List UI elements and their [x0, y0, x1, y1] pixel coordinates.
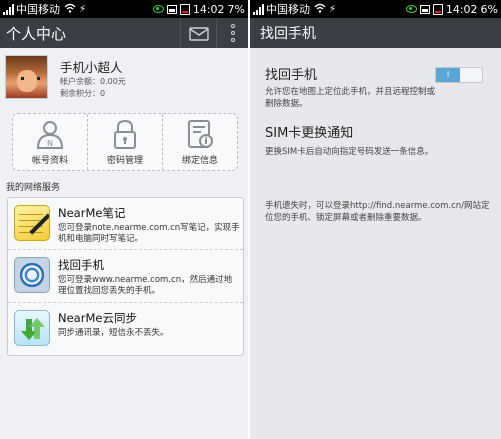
find-phone-setting-title: 找回手机	[265, 68, 318, 83]
account-id-icon: N	[36, 121, 64, 149]
mail-icon	[188, 27, 209, 41]
bind-info-icon	[188, 120, 213, 148]
signal-icon	[253, 3, 264, 15]
note-icon	[14, 205, 50, 241]
service-desc: 您可登录www.nearme.com.cn，然后通过地理位置找回您丢失的手机。	[58, 275, 233, 296]
page-title: 个人中心	[6, 24, 67, 43]
clock: 14:02	[445, 2, 478, 16]
battery-percent: 6%	[480, 2, 498, 16]
app-header: 找回手机	[250, 18, 501, 48]
password-manage-label: 密码管理	[106, 156, 143, 166]
eye-icon	[405, 5, 417, 13]
account-balance: 帐户余额：0.00元	[60, 77, 126, 86]
username: 手机小超人	[60, 60, 123, 75]
sync-icon	[14, 310, 50, 346]
mail-button[interactable]	[180, 18, 216, 48]
service-item-find-phone[interactable]: 找回手机 您可登录www.nearme.com.cn，然后通过地理位置找回您丢失…	[8, 250, 243, 303]
service-desc: 同步通讯录，短信永不丢失。	[58, 328, 169, 338]
battery-icon	[179, 3, 190, 15]
profile-card[interactable]: 手机小超人 帐户余额：0.00元 剩余积分：0	[5, 55, 245, 105]
services-list: NearMe笔记 您可登录note.nearme.com.cn写笔记，实现手机和…	[7, 197, 244, 356]
signal-icon	[3, 3, 14, 15]
status-bar: 中国移动 ⚡ 14:02 6%	[250, 0, 501, 18]
image-icon	[166, 4, 177, 14]
avatar[interactable]	[5, 55, 48, 99]
service-title: 找回手机	[58, 258, 104, 272]
eye-icon	[152, 5, 164, 13]
status-bar: 中国移动 ⚡ 14:02 7%	[0, 0, 248, 18]
service-title: NearMe云同步	[58, 311, 137, 325]
service-item-cloud-sync[interactable]: NearMe云同步 同步通讯录，短信永不丢失。	[8, 303, 243, 357]
page-title: 找回手机	[260, 26, 316, 42]
wifi-icon	[64, 3, 76, 16]
radar-icon	[14, 257, 50, 293]
account-actions-grid: N 帐号资料 密码管理 绑定信息	[12, 113, 238, 171]
lock-icon	[114, 119, 136, 149]
clock: 14:02	[192, 2, 225, 16]
service-title: NearMe笔记	[58, 206, 126, 220]
find-phone-screen: 中国移动 ⚡ 14:02 6% 找回手机 找回手机 允许您在地图上定位此手机，并…	[250, 0, 501, 439]
sim-change-notice-title[interactable]: SIM卡更换通知	[265, 122, 353, 141]
app-header: 个人中心	[0, 18, 248, 48]
find-phone-setting-desc: 允许您在地图上定位此手机，并且远程控制或删除数据。	[265, 87, 436, 109]
service-desc: 您可登录note.nearme.com.cn写笔记，实现手机和电脑同时写笔记。	[58, 223, 240, 244]
image-icon	[419, 4, 430, 14]
battery-icon	[432, 3, 443, 15]
wifi-icon	[314, 3, 326, 16]
bind-info-label: 绑定信息	[181, 156, 218, 166]
carrier-label: 中国移动	[16, 3, 60, 16]
usb-icon: ⚡	[329, 3, 337, 15]
account-info-button[interactable]: N 帐号资料	[13, 114, 88, 170]
footer-note: 手机遗失时，可以登录http://find.nearme.com.cn/网站定位…	[265, 201, 490, 223]
more-menu-button[interactable]	[216, 18, 248, 48]
password-manage-button[interactable]: 密码管理	[88, 114, 163, 170]
service-item-nearme-note[interactable]: NearMe笔记 您可登录note.nearme.com.cn写笔记，实现手机和…	[8, 198, 243, 250]
personal-center-screen: 中国移动 ⚡ 14:02 7% 个人中心 手机小超人 帐户余额：0.00元 剩余…	[0, 0, 248, 439]
services-section-title: 我的网络服务	[6, 183, 61, 193]
find-phone-toggle[interactable]: I	[435, 67, 483, 83]
more-vertical-icon	[230, 24, 235, 42]
bind-info-button[interactable]: 绑定信息	[163, 114, 237, 170]
carrier-label: 中国移动	[266, 3, 310, 16]
account-info-label: 帐号资料	[31, 156, 68, 166]
battery-percent: 7%	[227, 2, 245, 16]
remaining-points: 剩余积分：0	[60, 89, 106, 98]
sim-change-notice-desc: 更换SIM卡后自动向指定号码发送一条信息。	[265, 147, 434, 157]
svg-text:N: N	[47, 139, 53, 148]
toggle-knob: I	[436, 68, 460, 82]
usb-icon: ⚡	[79, 3, 87, 15]
